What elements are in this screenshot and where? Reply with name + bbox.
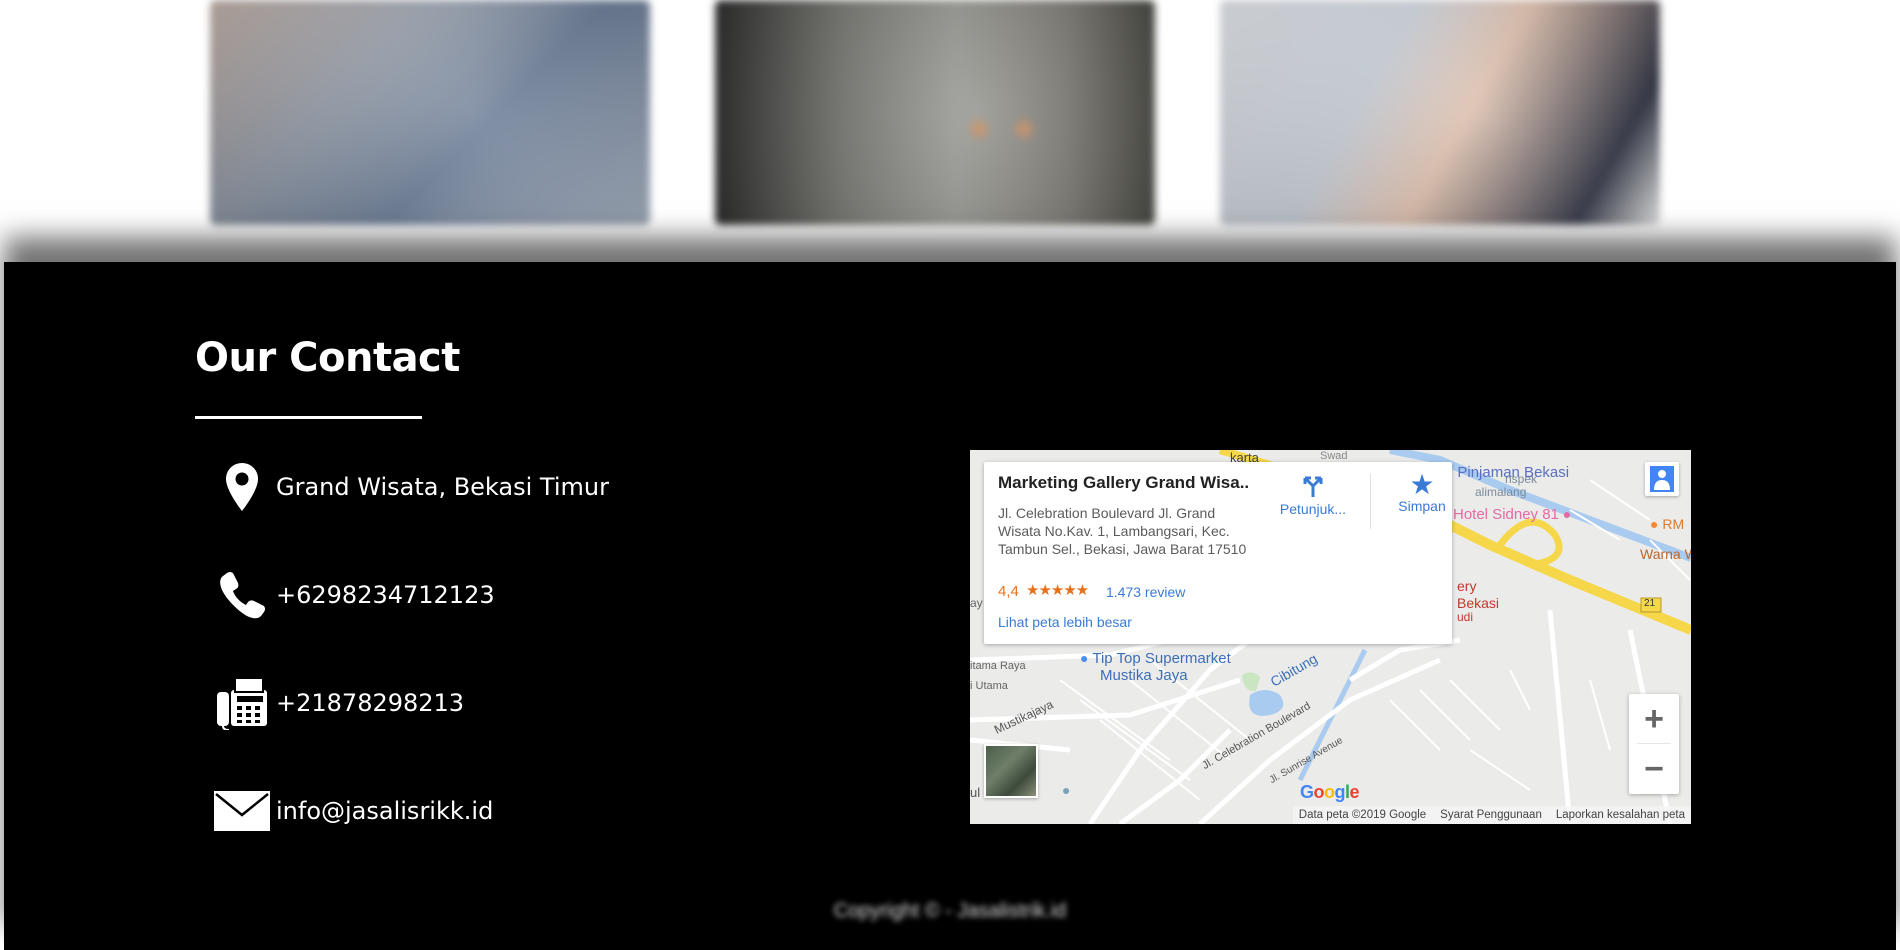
rating-stars-icon: ★★★★★ [1026, 582, 1089, 599]
directions-label: Petunjuk... [1279, 501, 1347, 517]
title-underline [195, 416, 422, 419]
contact-title: Our Contact [195, 335, 460, 381]
map-label-utama: i Utama [970, 680, 1008, 692]
street-view-button[interactable] [1645, 462, 1679, 496]
phone-icon [210, 565, 274, 625]
satellite-toggle-button[interactable] [984, 744, 1038, 798]
zoom-out-button[interactable]: − [1629, 744, 1679, 794]
directions-button[interactable]: Petunjuk... [1268, 472, 1358, 517]
place-title[interactable]: Marketing Gallery Grand Wisa... [998, 473, 1248, 493]
contact-phone: +6298234712123 [210, 565, 495, 625]
map-pin-icon [210, 457, 274, 517]
map-data-credit: Data peta ©2019 Google [1298, 809, 1427, 821]
fax-text: +21878298213 [276, 689, 465, 717]
directions-icon [1303, 476, 1323, 497]
terms-link[interactable]: Syarat Penggunaan [1440, 809, 1542, 821]
map-label-tama-raya: itama Raya [970, 660, 1026, 672]
reviews-link[interactable]: 1.473 review [1106, 584, 1185, 600]
map-label-udi: udi [1457, 610, 1474, 624]
map-poi-pin-icon: ● [1062, 782, 1071, 798]
map-poi-hotel: Hotel Sidney 81 ● [1453, 506, 1572, 523]
contact-address: Grand Wisata, Bekasi Timur [210, 457, 609, 517]
report-error-link[interactable]: Laporkan kesalahan peta [1556, 809, 1685, 821]
address-text: Grand Wisata, Bekasi Timur [276, 473, 609, 501]
fax-icon [210, 673, 274, 733]
gallery-photo-electrician[interactable] [210, 0, 650, 225]
route-21-label: 21 [1644, 598, 1656, 609]
map-label-warna: Warna W [1640, 546, 1691, 562]
gallery-photo-wiring[interactable] [1220, 0, 1660, 225]
place-rating: 4,4 [998, 583, 1019, 600]
hotel-pin-icon: ● [1562, 506, 1572, 522]
map-label-ay: ay [970, 596, 983, 610]
map-poi-rm: ● RM [1650, 516, 1685, 532]
map-label-supermarket-2: Mustika Jaya [1100, 667, 1188, 684]
map-poi-supermarket: ● Tip Top Supermarket [1080, 650, 1231, 667]
pegman-icon [1650, 466, 1674, 492]
embedded-map[interactable]: nspek karta Swad ● Pinjaman Bekasi alima… [970, 450, 1691, 824]
map-label-jalimalang: alimalang [1475, 485, 1527, 499]
contact-email: info@jasalisrikk.id [210, 781, 493, 841]
view-larger-map-link[interactable]: Lihat peta lebih besar [998, 614, 1132, 630]
gallery-photo-panel[interactable] [715, 0, 1155, 225]
envelope-icon [210, 781, 274, 841]
map-label-swad: Swad [1320, 450, 1348, 462]
card-divider [1370, 474, 1371, 529]
zoom-controls: + − [1629, 694, 1679, 794]
restaurant-pin-icon: ● [1650, 516, 1659, 532]
map-attribution-bar: Data peta ©2019 Google Syarat Penggunaan… [1292, 806, 1691, 824]
star-icon: ★ [1409, 469, 1435, 500]
shop-pin-icon: ● [1080, 650, 1089, 666]
phone-text[interactable]: +6298234712123 [276, 581, 495, 609]
save-label: Simpan [1398, 498, 1446, 514]
copyright-text: Copyright © - Jasalistrik.id [833, 900, 1067, 922]
save-button[interactable]: ★ Simpan [1377, 469, 1467, 515]
project-gallery [0, 0, 1900, 300]
zoom-in-button[interactable]: + [1629, 694, 1679, 744]
place-info-card: Marketing Gallery Grand Wisa... Jl. Cele… [984, 462, 1452, 644]
map-label-ery: ery [1457, 578, 1477, 594]
google-logo: Google [1300, 782, 1360, 802]
email-text[interactable]: info@jasalisrikk.id [276, 797, 493, 825]
contact-fax: +21878298213 [210, 673, 464, 733]
place-address: Jl. Celebration Boulevard Jl. Grand Wisa… [998, 505, 1247, 557]
map-label-bekasi: Bekasi [1457, 595, 1500, 611]
